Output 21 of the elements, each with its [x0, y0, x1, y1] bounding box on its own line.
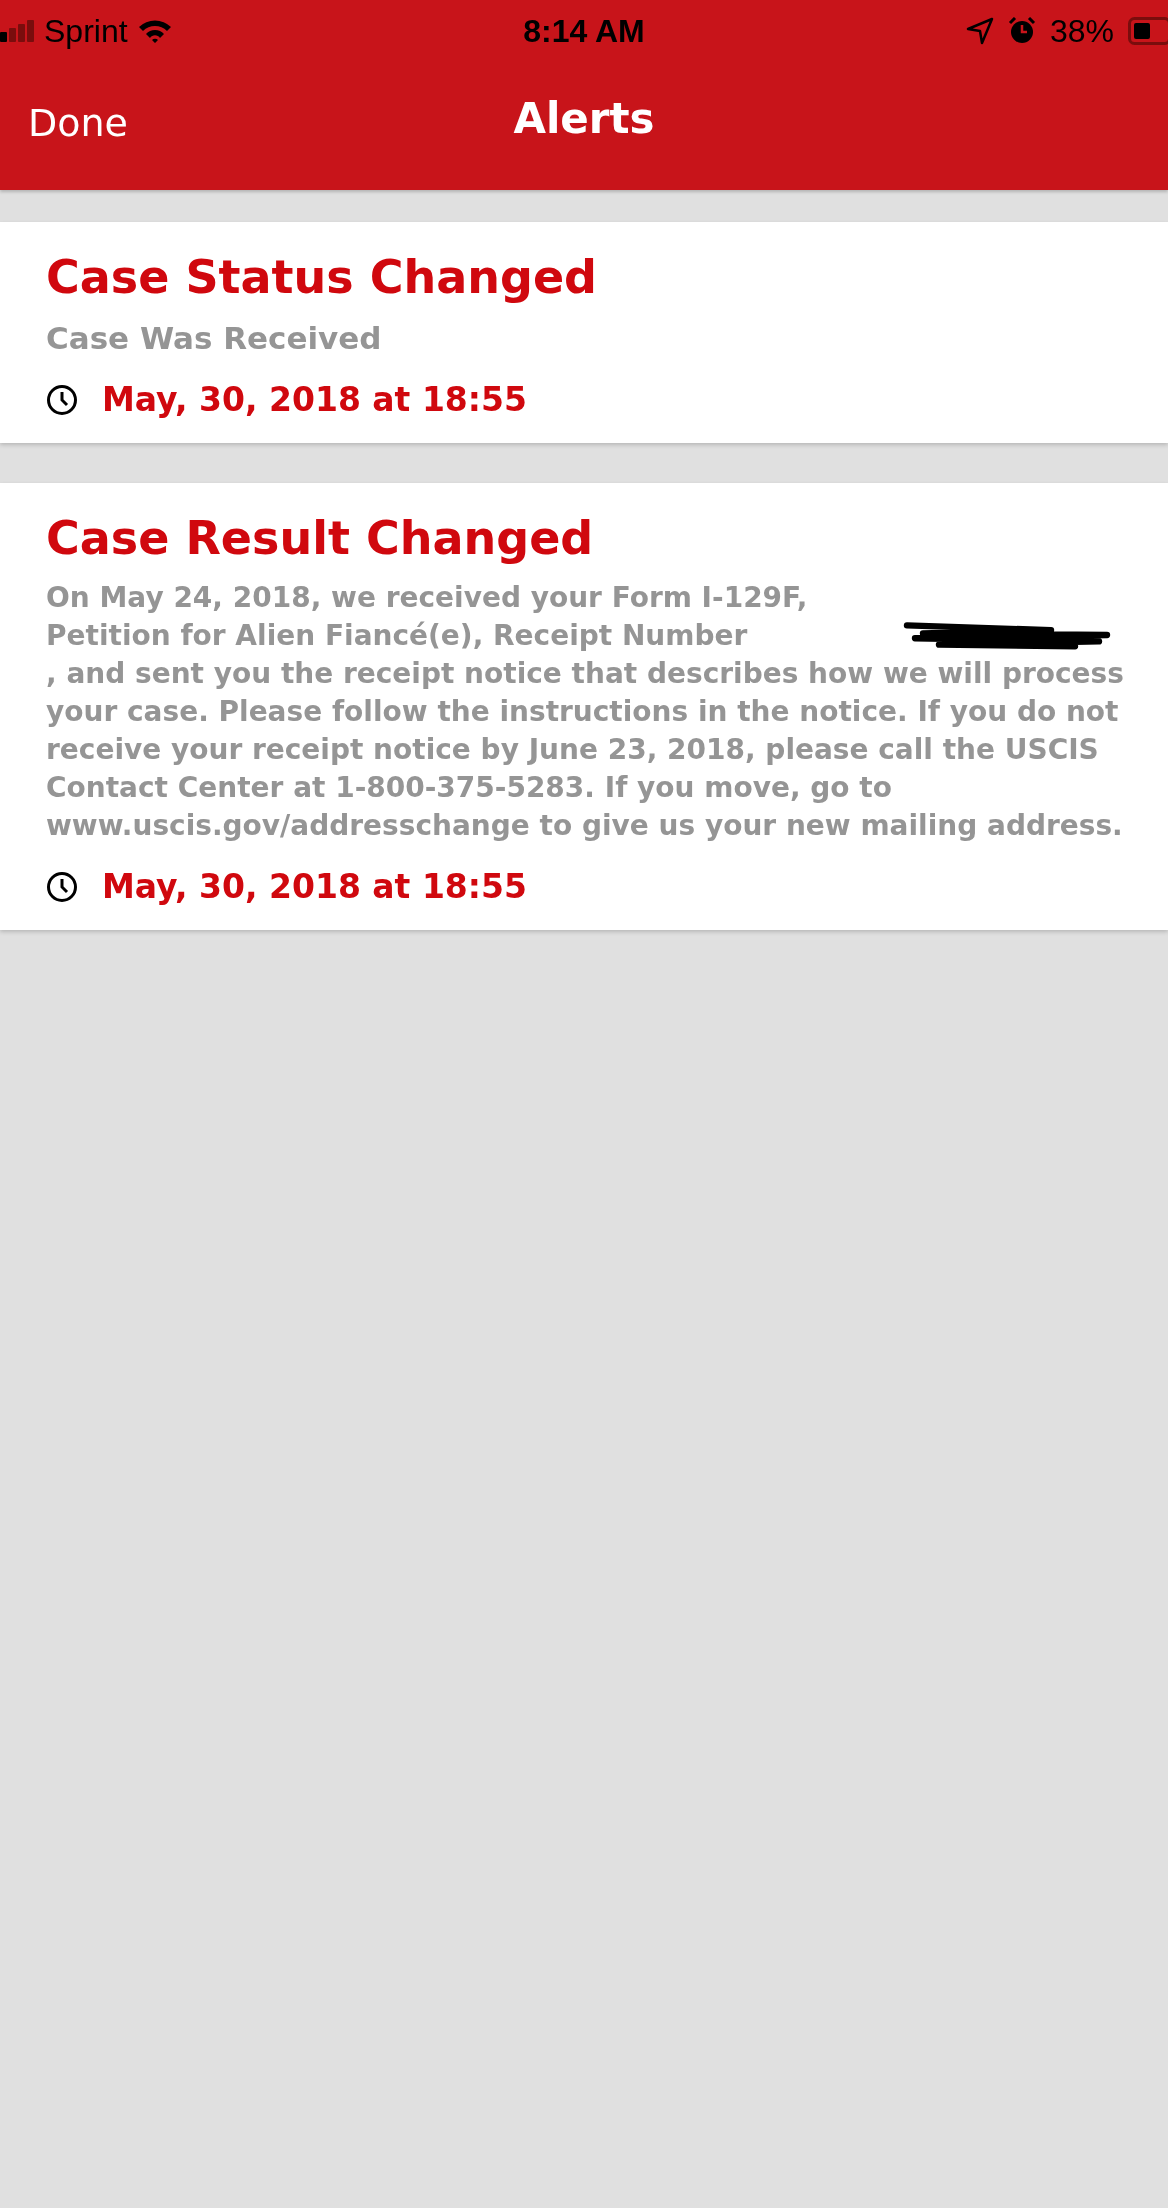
- alert-message: Case Was Received: [46, 319, 383, 358]
- done-button[interactable]: Done: [0, 101, 128, 145]
- carrier-name: Sprint: [44, 12, 128, 50]
- screen-title: Alerts: [513, 94, 655, 143]
- alert-timestamp: May, 30, 2018 at 18:55: [102, 867, 527, 906]
- alarm-icon: [1007, 17, 1036, 45]
- signal-icon: [0, 20, 34, 42]
- alert-title: Case Result Changed: [46, 510, 595, 567]
- alert-card[interactable]: Case Status Changed Case Was Received May, 30, 2018 at 18:55: [0, 222, 1168, 443]
- alert-message: , and sent you the receipt notice that describes how we will process your case. Please follow the instructions in the notice. If you do not receive your receipt notice by June 23, 2018, please call the USCIS Contact Center at 1-800-375-5283. If you move, go to www.uscis.gov/addresschange to give us your new mailing address.: [46, 656, 1125, 844]
- clock-icon: [46, 870, 78, 903]
- battery-percent: 38%: [1049, 12, 1114, 50]
- battery-icon: [1128, 17, 1168, 45]
- clock-time: 8:14 AM: [523, 12, 645, 50]
- location-arrow-icon: [965, 17, 994, 45]
- alert-card[interactable]: [0, 483, 1168, 930]
- alert-message: On May 24, 2018, we received your Form I-129F, Petition for Alien Fiancé(e), Receipt Number: [46, 580, 809, 654]
- clock-icon: [46, 383, 78, 416]
- wifi-icon: [137, 18, 172, 44]
- alert-timestamp: May, 30, 2018 at 18:55: [102, 380, 527, 419]
- alert-title: Case Status Changed: [46, 249, 599, 306]
